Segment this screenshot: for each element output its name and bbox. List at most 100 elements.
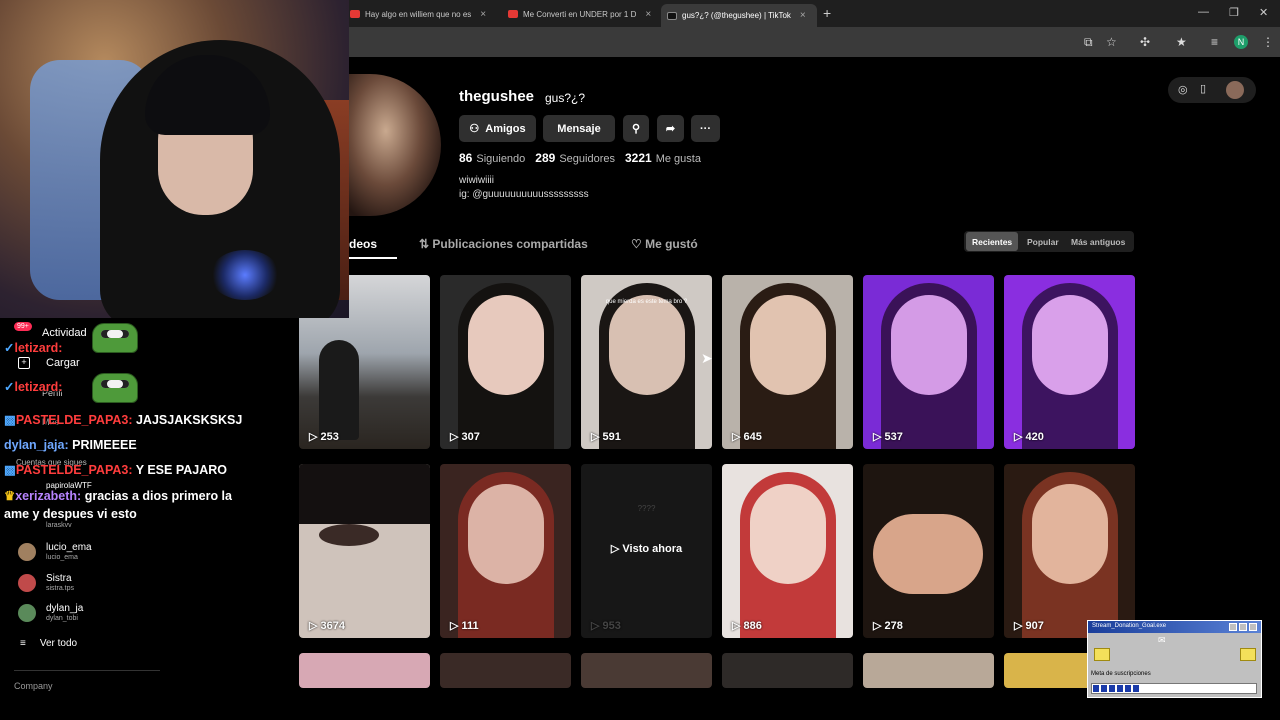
video-thumbnail[interactable]: ▷ 886: [722, 464, 853, 638]
compass-icon[interactable]: ◎: [1178, 83, 1188, 96]
video-thumbnail[interactable]: [581, 653, 712, 688]
page-toolbar: ◎ ▯: [1168, 77, 1256, 103]
view-count: ▷ 953: [591, 620, 621, 632]
video-thumbnail[interactable]: [722, 653, 853, 688]
video-thumbnail[interactable]: ▷ 3674: [299, 464, 430, 638]
widget-minimize-icon: [1229, 623, 1237, 631]
view-count: ▷ 907: [1014, 620, 1044, 632]
widget-titlebar: Stream_Donation_Goal.exe: [1088, 621, 1261, 633]
pepe-emote: [92, 323, 138, 353]
friend-item[interactable]: lucio_ema lucio_ema: [18, 542, 92, 562]
heart-icon: ♡: [631, 237, 646, 251]
view-count-value: 907: [1025, 620, 1044, 632]
progress-block: [1125, 685, 1131, 692]
video-thumbnail[interactable]: [440, 653, 571, 688]
friend-item[interactable]: Sistra sistra.tps: [18, 573, 74, 593]
video-thumbnail[interactable]: ▷ 645: [722, 275, 853, 449]
likes-count: 3221: [624, 151, 652, 165]
sort-oldest-button[interactable]: Más antiguos: [1065, 231, 1131, 252]
phone-icon[interactable]: ▯: [1200, 82, 1206, 95]
friends-button[interactable]: ⚇ Amigos: [459, 115, 536, 142]
friend-name: dylan_ja: [46, 603, 84, 614]
tab-videos[interactable]: deos: [349, 237, 377, 251]
video-thumbnail[interactable]: ▷ 278: [863, 464, 994, 638]
share-icon: ➦: [665, 123, 676, 135]
video-thumbnail[interactable]: ▷ 111: [440, 464, 571, 638]
video-thumbnail[interactable]: ▷ 420: [1004, 275, 1135, 449]
progress-block: [1109, 685, 1115, 692]
person-figure: [319, 340, 359, 440]
video-thumbnail[interactable]: que mierda es este tema bro ? ▷ 591: [581, 275, 712, 449]
suggest-accounts-button[interactable]: ⚲: [623, 115, 649, 142]
minimize-icon[interactable]: —: [1198, 6, 1209, 18]
message-button[interactable]: Mensaje: [543, 115, 615, 142]
sub-badge-icon: ▩: [4, 463, 16, 477]
following-stat[interactable]: 86 Siguiendo: [459, 151, 525, 165]
menu-kebab-icon[interactable]: ⋮: [1262, 35, 1274, 49]
user-avatar[interactable]: [1226, 81, 1244, 99]
close-tab-icon[interactable]: ×: [800, 10, 806, 21]
view-count-value: 953: [602, 620, 621, 632]
chat-username: letizard:: [14, 341, 63, 355]
followers-label: Seguidores: [559, 153, 615, 165]
more-dots-icon: ···: [700, 122, 711, 135]
bookmark-star-icon[interactable]: ☆: [1106, 35, 1117, 49]
face-shape: [468, 484, 544, 584]
browser-tab-active[interactable]: gus?¿? (@thegushee) | TikTok ×: [661, 4, 817, 27]
sub-badge-icon: ▩: [4, 413, 16, 427]
view-count: ▷ 307: [450, 431, 480, 443]
notification-badge: 99+: [14, 322, 32, 331]
share-button[interactable]: ➦: [657, 115, 684, 142]
more-options-button[interactable]: ···: [691, 115, 720, 142]
profile-username: thegushee: [459, 88, 535, 105]
favorites-icon[interactable]: ★: [1176, 35, 1187, 49]
see-all-label: Ver todo: [39, 638, 78, 649]
tab-reposts[interactable]: ⇅ Publicaciones compartidas: [419, 237, 588, 251]
sort-recent-button[interactable]: Recientes: [966, 232, 1019, 251]
close-window-icon[interactable]: ✕: [1259, 6, 1268, 19]
profile-nickname: gus?¿?: [545, 91, 586, 105]
browser-tab[interactable]: Me Converti en UNDER por 1 D ×: [502, 4, 654, 24]
view-count-value: 886: [743, 620, 762, 632]
tiktok-icon: [667, 11, 677, 20]
video-thumbnail[interactable]: ▷ 907: [1004, 464, 1135, 638]
tab-liked[interactable]: ♡ Me gustó: [631, 237, 698, 251]
new-tab-icon[interactable]: +: [823, 5, 831, 21]
friend-info: Sistra sistra.tps: [46, 573, 74, 593]
footer-company[interactable]: Company: [14, 681, 53, 691]
followers-count: 289: [535, 151, 556, 165]
bio-line: ig: @guuuuuuuuuusssssssss: [459, 189, 589, 200]
friend-username: sistra.tps: [46, 585, 75, 592]
see-all-link[interactable]: ≡ Ver todo: [20, 638, 77, 649]
youtube-icon: [350, 10, 360, 18]
friend-item[interactable]: dylan_ja dylan_tobi: [18, 603, 83, 623]
browser-tab[interactable]: Hay algo en williem que no es ×: [344, 4, 496, 24]
view-count-value: 591: [602, 431, 621, 443]
extensions-icon[interactable]: ✣: [1140, 35, 1150, 49]
close-tab-icon[interactable]: ×: [480, 9, 486, 20]
video-thumbnail[interactable]: ▷ 307: [440, 275, 571, 449]
goal-label: Meta de suscripciones: [1091, 671, 1151, 677]
install-icon[interactable]: ⧉: [1084, 35, 1093, 50]
add-user-icon: ⚲: [631, 123, 641, 135]
view-count: ▷ 420: [1014, 431, 1044, 443]
watched-now-text: Visto ahora: [622, 543, 683, 555]
video-thumbnail[interactable]: [863, 653, 994, 688]
sort-popular-button[interactable]: Popular: [1021, 231, 1065, 252]
progress-block: [1093, 685, 1099, 692]
chat-message-continuation: ame y despues vi esto: [4, 507, 137, 521]
video-thumbnail[interactable]: [299, 653, 430, 688]
tab-label: Hay algo en williem que no es: [365, 9, 472, 19]
face-shape: [1032, 295, 1108, 395]
friend-name: lucio_ema: [46, 542, 92, 553]
view-count: ▷ 111: [450, 620, 479, 632]
video-thumbnail[interactable]: ▷ 537: [863, 275, 994, 449]
media-icon[interactable]: ≡: [1211, 35, 1218, 49]
close-tab-icon[interactable]: ×: [645, 9, 651, 20]
video-thumbnail-watched[interactable]: ???? ▷ Visto ahora ▷ 953: [581, 464, 712, 638]
sidebar-item-activity[interactable]: Actividad: [42, 327, 87, 339]
maximize-icon[interactable]: ❐: [1229, 6, 1239, 19]
browser-profile-avatar[interactable]: N: [1234, 35, 1248, 49]
followers-stat[interactable]: 289 Seguidores: [535, 151, 615, 165]
sidebar-item-upload[interactable]: + Cargar: [18, 357, 80, 369]
